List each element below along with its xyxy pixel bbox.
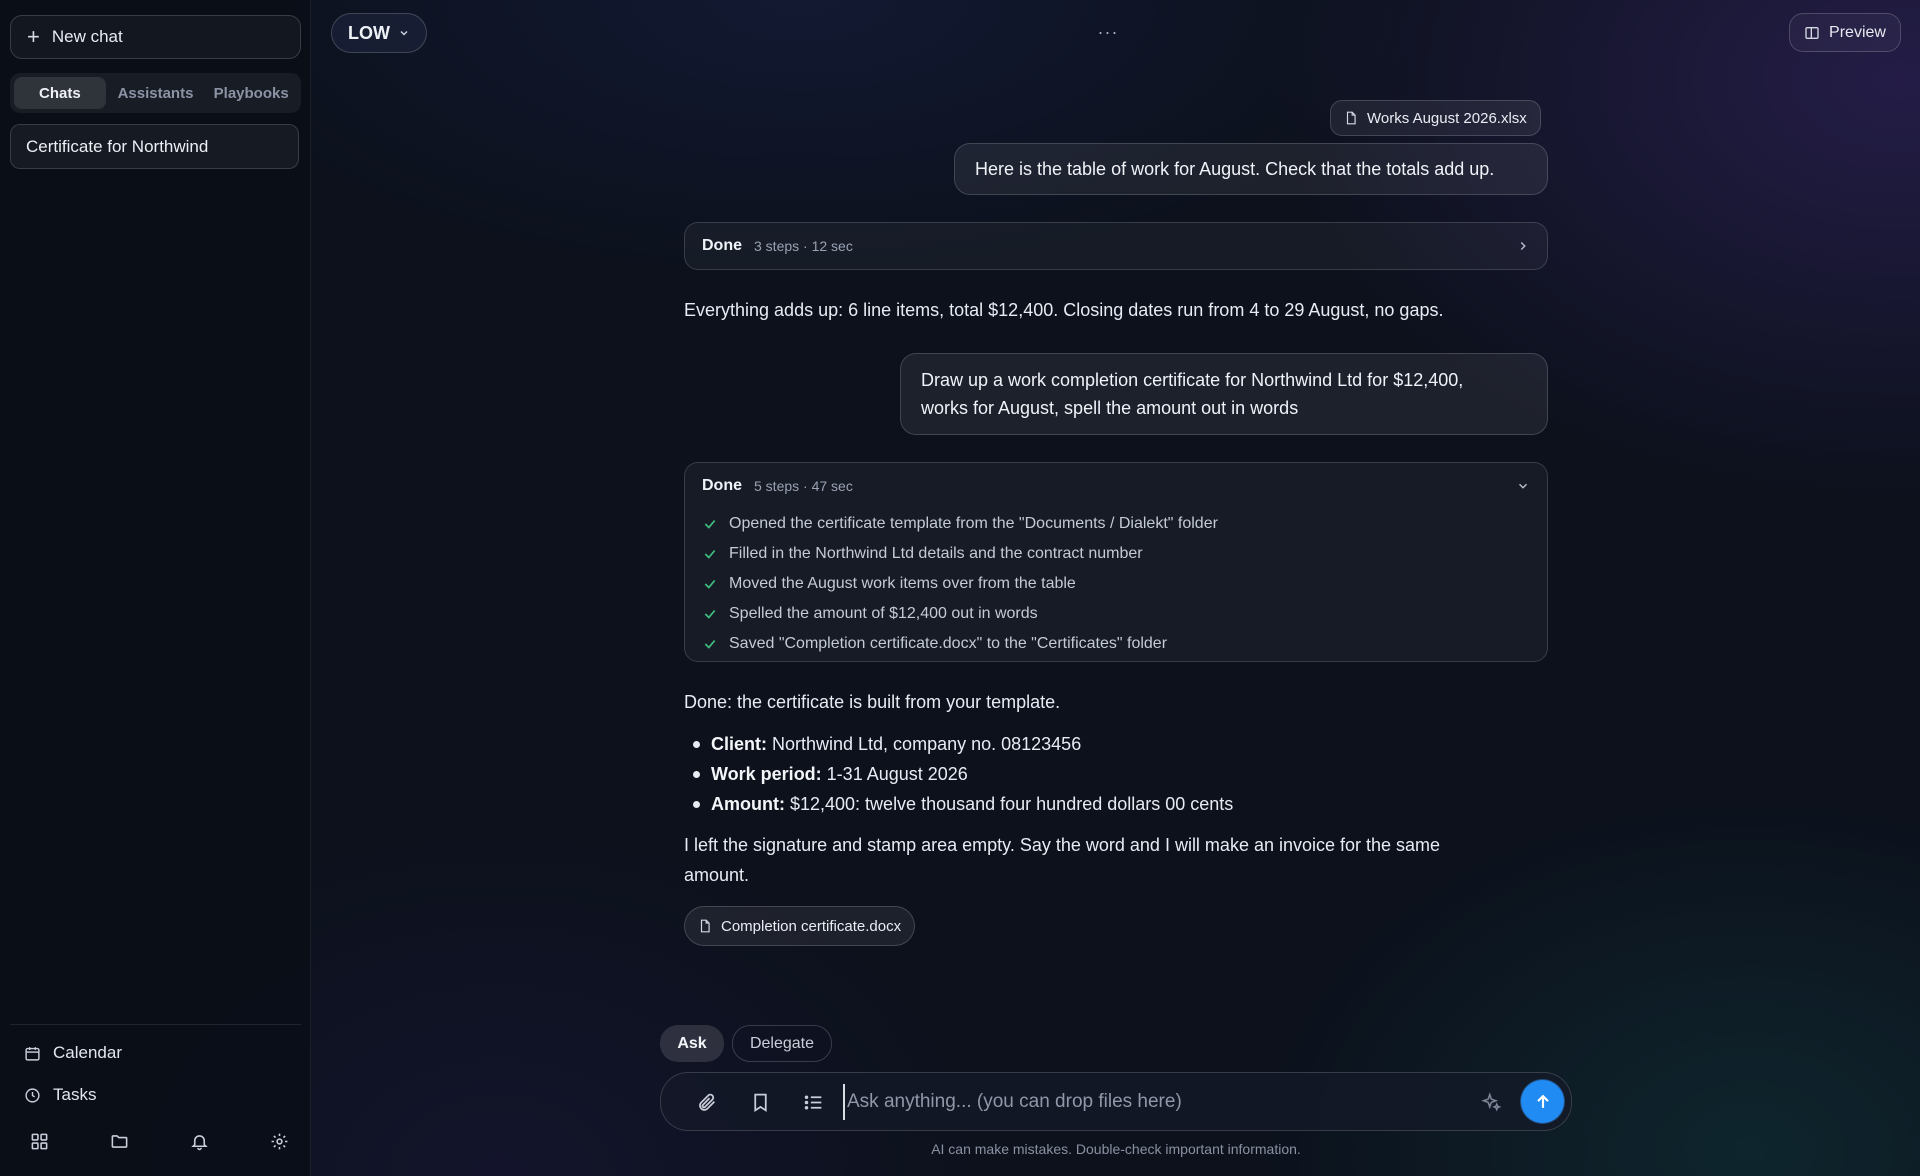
tab-assistants[interactable]: Assistants: [110, 77, 202, 109]
steps-meta: 3 steps · 12 sec: [754, 238, 853, 254]
check-icon: [704, 609, 716, 619]
check-icon: [704, 519, 716, 529]
mode-delegate[interactable]: Delegate: [732, 1025, 832, 1062]
chevron-right-icon: [1520, 241, 1526, 251]
send-button[interactable]: [1521, 1080, 1564, 1123]
bookmark-icon[interactable]: [748, 1090, 772, 1114]
sidebar: + New chat Chats Assistants Playbooks Ce…: [0, 0, 311, 1176]
attachment-chip[interactable]: Completion certificate.docx: [684, 906, 916, 946]
outro-line: I left the signature and stamp area empt…: [684, 835, 1441, 855]
sparkle-icon[interactable]: [1479, 1090, 1503, 1114]
step-item: Spelled the amount of $12,400 out in wor…: [685, 599, 1547, 629]
step-text: Moved the August work items over from th…: [729, 575, 1076, 592]
more-options-button[interactable]: ···: [1096, 20, 1120, 44]
steps-summary: Done 3 steps · 12 sec: [684, 222, 1548, 270]
sidebar-bottom-toolbar: [28, 1130, 290, 1152]
folder-icon[interactable]: [108, 1130, 130, 1152]
message-input[interactable]: [843, 1084, 1463, 1120]
list-item: Amount: $12,400: twelve thousand four hu…: [684, 789, 1233, 819]
step-text: Opened the certificate template from the…: [729, 515, 1218, 532]
arrow-up-icon: [1536, 1094, 1549, 1108]
panel-icon: [1805, 26, 1819, 39]
new-chat-button[interactable]: + New chat: [10, 15, 301, 59]
list-item: Work period: 1-31 August 2026: [684, 759, 1233, 789]
check-icon: [704, 549, 716, 559]
steps-toggle[interactable]: Done 3 steps · 12 sec: [685, 223, 1547, 269]
assistant-message: Everything adds up: 6 line items, total …: [684, 300, 1444, 320]
steps-detail: Done 5 steps · 47 sec Opened the certifi…: [684, 462, 1548, 662]
chevron-down-icon: [1518, 483, 1528, 489]
step-item: Opened the certificate template from the…: [685, 509, 1547, 539]
steps-meta: 5 steps · 47 sec: [754, 478, 853, 494]
sidebar-divider: [10, 1024, 301, 1025]
list-icon[interactable]: [801, 1090, 825, 1114]
message-composer: [660, 1072, 1572, 1131]
tab-playbooks[interactable]: Playbooks: [205, 77, 297, 109]
user-message: Draw up a work completion certificate fo…: [900, 353, 1548, 435]
user-message: Here is the table of work for August. Ch…: [954, 143, 1548, 195]
bullet-value: 1-31 August 2026: [826, 763, 968, 784]
disclaimer-text: AI can make mistakes. Double-check impor…: [931, 1141, 1301, 1157]
bullet-value: Northwind Ltd, company no. 08123456: [772, 733, 1082, 754]
bullet-label: Client:: [711, 733, 767, 754]
step-text: Saved "Completion certificate.docx" to t…: [729, 635, 1168, 652]
check-icon: [704, 639, 716, 649]
check-icon: [704, 579, 716, 589]
bullet-label: Work period:: [711, 763, 822, 784]
sidebar-item-label: Calendar: [53, 1043, 122, 1062]
step-item: Filled in the Northwind Ltd details and …: [685, 539, 1547, 569]
bullet-label: Amount:: [711, 793, 785, 814]
step-item: Moved the August work items over from th…: [685, 569, 1547, 599]
tab-chats[interactable]: Chats: [14, 77, 106, 109]
attachment-name: Completion certificate.docx: [721, 917, 902, 935]
paperclip-icon[interactable]: [694, 1090, 718, 1114]
steps-status: Done: [702, 237, 742, 254]
step-item: Saved "Completion certificate.docx" to t…: [685, 629, 1547, 659]
model-selector[interactable]: LOW: [331, 13, 427, 53]
app-window: + New chat Chats Assistants Playbooks Ce…: [0, 0, 1920, 1176]
steps-toggle[interactable]: Done 5 steps · 47 sec: [685, 463, 1547, 509]
conversation-item[interactable]: Certificate for Northwind: [10, 124, 299, 169]
sidebar-item-tasks[interactable]: Tasks: [24, 1085, 96, 1105]
bell-icon[interactable]: [188, 1130, 210, 1152]
assistant-bullet-list: Client: Northwind Ltd, company no. 08123…: [684, 729, 1233, 819]
plus-icon: +: [27, 24, 40, 49]
assistant-message-outro: I left the signature and stamp area empt…: [684, 830, 1440, 890]
sidebar-item-calendar[interactable]: Calendar: [24, 1043, 122, 1063]
grid-icon[interactable]: [28, 1130, 50, 1152]
new-chat-label: New chat: [51, 27, 123, 46]
list-item: Client: Northwind Ltd, company no. 08123…: [684, 729, 1233, 759]
user-message-text: Here is the table of work for August. Ch…: [975, 159, 1495, 179]
attachment-name: Works August 2026.xlsx: [1367, 109, 1527, 127]
file-icon: [700, 919, 710, 933]
user-message-line: works for August, spell the amount out i…: [921, 398, 1299, 418]
chevron-down-icon: [400, 30, 408, 36]
gear-icon[interactable]: [268, 1130, 290, 1152]
bullet-value: $12,400: twelve thousand four hundred do…: [789, 793, 1234, 814]
calendar-icon: [25, 1046, 40, 1061]
sidebar-tabs: Chats Assistants Playbooks: [10, 73, 301, 113]
mode-ask[interactable]: Ask: [660, 1025, 724, 1062]
assistant-message-intro: Done: the certificate is built from your…: [684, 692, 1061, 712]
preview-label: Preview: [1829, 23, 1886, 41]
step-text: Spelled the amount of $12,400 out in wor…: [729, 605, 1038, 622]
sidebar-item-label: Tasks: [53, 1085, 97, 1104]
user-message-line: Draw up a work completion certificate fo…: [921, 370, 1464, 390]
clock-icon: [25, 1087, 40, 1103]
outro-line: amount.: [684, 865, 750, 885]
conversation-title: Certificate for Northwind: [26, 136, 209, 156]
steps-status: Done: [702, 477, 742, 494]
file-icon: [1346, 111, 1356, 125]
preview-button[interactable]: Preview: [1789, 13, 1901, 52]
attachment-chip[interactable]: Works August 2026.xlsx: [1330, 100, 1541, 136]
step-text: Filled in the Northwind Ltd details and …: [729, 545, 1143, 562]
model-label: LOW: [348, 22, 390, 43]
